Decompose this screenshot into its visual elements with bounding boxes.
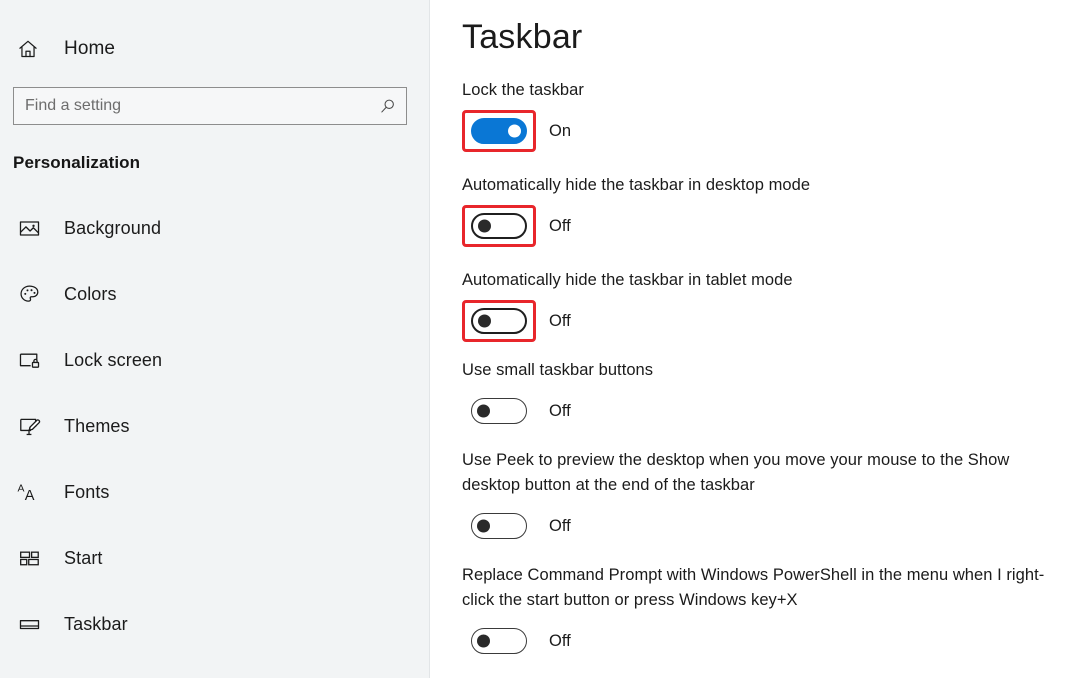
sidebar-item-label: Colors: [64, 283, 117, 304]
palette-icon: [14, 279, 44, 309]
fonts-aa-icon: A A: [14, 477, 44, 507]
toggle-knob: [478, 314, 491, 328]
sidebar-item-start[interactable]: Start: [0, 525, 430, 591]
toggle-highlight-box: [462, 205, 536, 247]
setting-autohide-tablet-mode: Automatically hide the taskbar in tablet…: [462, 268, 1080, 342]
sidebar-item-lock-screen[interactable]: Lock screen: [0, 327, 430, 393]
small-taskbar-buttons-toggle[interactable]: [471, 398, 527, 424]
autohide-desktop-mode-toggle[interactable]: [471, 213, 527, 239]
toggle-state-label: Off: [549, 216, 571, 235]
toggle-knob: [477, 404, 490, 418]
sidebar-item-home[interactable]: Home: [0, 26, 430, 72]
svg-text:A: A: [17, 483, 24, 494]
image-icon: [14, 213, 44, 243]
toggle-state-label: Off: [549, 516, 571, 535]
toggle-row: Off: [462, 390, 1080, 432]
toggle-state-label: Off: [549, 311, 571, 330]
home-label: Home: [64, 38, 116, 59]
setting-use-peek: Use Peek to preview the desktop when you…: [462, 448, 1080, 547]
home-icon: [13, 34, 43, 64]
sidebar-item-label: Taskbar: [64, 613, 128, 634]
toggle-knob: [478, 219, 491, 233]
toggle-knob: [477, 519, 490, 533]
taskbar-icon: [14, 609, 44, 639]
toggle-state-label: Off: [549, 631, 571, 650]
svg-text:A: A: [24, 487, 34, 503]
setting-label: Automatically hide the taskbar in deskto…: [462, 176, 811, 194]
toggle-row: Off: [462, 205, 1080, 247]
toggle-row: Off: [462, 300, 1080, 342]
sidebar-item-label: Start: [64, 547, 103, 568]
search-input[interactable]: [14, 88, 406, 124]
toggle-state-label: On: [549, 121, 572, 140]
autohide-tablet-mode-toggle[interactable]: [471, 308, 527, 334]
sidebar-item-label: Background: [64, 217, 162, 238]
lock-screen-icon: [14, 345, 44, 375]
sidebar-item-label: Fonts: [64, 481, 110, 502]
sidebar-nav: Background Colors Lock screen Themes A A…: [0, 195, 430, 657]
sidebar-item-fonts[interactable]: A A Fonts: [0, 459, 430, 525]
toggle-knob: [508, 124, 521, 138]
main-panel: Taskbar Lock the taskbar On Automaticall…: [430, 0, 1080, 678]
start-tiles-icon: [14, 543, 44, 573]
toggle-row: Off: [462, 620, 1080, 662]
sidebar-item-taskbar[interactable]: Taskbar: [0, 591, 430, 657]
toggle-row: Off: [462, 505, 1080, 547]
use-peek-toggle[interactable]: [471, 513, 527, 539]
sidebar-item-background[interactable]: Background: [0, 195, 430, 261]
sidebar-item-themes[interactable]: Themes: [0, 393, 430, 459]
search-box[interactable]: [13, 87, 407, 125]
toggle-highlight-box: [462, 390, 536, 432]
setting-autohide-desktop-mode: Automatically hide the taskbar in deskto…: [462, 173, 1080, 247]
replace-command-prompt-toggle[interactable]: [471, 628, 527, 654]
page-title: Taskbar: [462, 18, 583, 56]
setting-label: Automatically hide the taskbar in tablet…: [462, 271, 793, 289]
toggle-highlight-box: [462, 110, 536, 152]
sidebar: Home Personalization: [0, 0, 430, 678]
toggle-highlight-box: [462, 505, 536, 547]
sidebar-item-label: Lock screen: [64, 349, 163, 370]
lock-the-taskbar-toggle[interactable]: [471, 118, 527, 144]
settings-window: Home Personalization: [0, 0, 1080, 678]
toggle-row: On: [462, 110, 1080, 152]
setting-label: Replace Command Prompt with Windows Powe…: [462, 566, 1045, 609]
category-title: Personalization: [13, 153, 141, 172]
toggle-highlight-box: [462, 620, 536, 662]
themes-brush-icon: [14, 411, 44, 441]
setting-replace-command-prompt: Replace Command Prompt with Windows Powe…: [462, 563, 1080, 662]
setting-lock-the-taskbar: Lock the taskbar On: [462, 78, 1080, 152]
sidebar-item-label: Themes: [64, 415, 130, 436]
sidebar-item-colors[interactable]: Colors: [0, 261, 430, 327]
setting-small-taskbar-buttons: Use small taskbar buttons Off: [462, 358, 1080, 432]
toggle-highlight-box: [462, 300, 536, 342]
setting-label: Use Peek to preview the desktop when you…: [462, 451, 1010, 494]
setting-label: Use small taskbar buttons: [462, 361, 654, 379]
toggle-knob: [477, 634, 490, 648]
toggle-state-label: Off: [549, 401, 571, 420]
setting-label: Lock the taskbar: [462, 81, 584, 99]
